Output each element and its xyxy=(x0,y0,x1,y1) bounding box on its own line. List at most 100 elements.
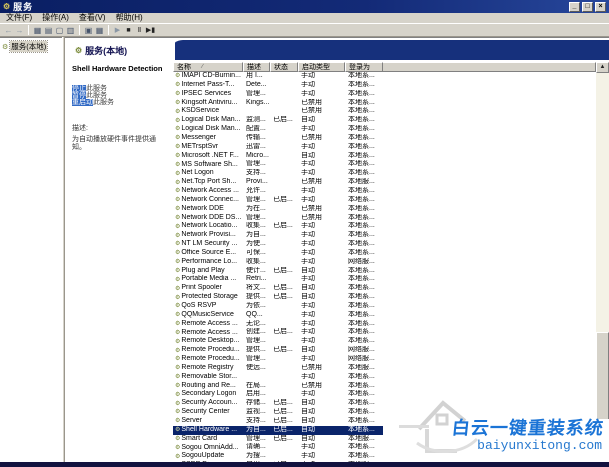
service-name-text: Sogou OmniAdd... xyxy=(181,444,238,453)
forward-icon[interactable]: → xyxy=(14,25,25,36)
logon-as-cell: 本地系... xyxy=(345,116,383,125)
table-row[interactable]: ⚙Microsoft .NET F...Micro...自动本地系... xyxy=(173,152,383,161)
gears-icon: ⚙ xyxy=(175,374,180,380)
table-row[interactable]: ⚙Security Accoun...存储...已启...自动本地系... xyxy=(173,399,383,408)
table-row[interactable]: ⚙Network Provisi...为自...手动本地系... xyxy=(173,231,383,240)
column-header-logon-as[interactable]: 登录为 xyxy=(345,62,383,72)
table-row[interactable]: ⚙Network Connec...管理...已启...手动本地系... xyxy=(173,196,383,205)
stop-service-icon[interactable]: ■ xyxy=(123,25,134,36)
show-console-tree-icon[interactable]: ▦ xyxy=(32,25,43,36)
service-name-text: Kingsoft Antiviru... xyxy=(181,99,237,108)
table-row[interactable]: ⚙Logical Disk Man...监测...已启...自动本地系... xyxy=(173,116,383,125)
table-row[interactable]: ⚙Remote Procedu...提供...已启...自动网络服... xyxy=(173,346,383,355)
menu-item-help[interactable]: 帮助(H) xyxy=(111,13,148,23)
service-name-cell: ⚙NT LM Security ... xyxy=(173,240,243,249)
scroll-up-button[interactable]: ▲ xyxy=(596,62,609,73)
description-cell: 收集... xyxy=(243,258,270,267)
table-row[interactable]: ⚙Remote Registry使远...已禁用本地服... xyxy=(173,364,383,373)
logon-as-cell: 本地系... xyxy=(345,99,383,108)
help-icon[interactable]: ▣ xyxy=(83,25,94,36)
export-list-icon[interactable]: ▥ xyxy=(65,25,76,36)
description-cell: 在局... xyxy=(243,382,270,391)
logon-as-cell: 本地系... xyxy=(345,81,383,90)
service-name-cell: ⚙METrsptSvr xyxy=(173,143,243,152)
table-row[interactable]: ⚙Network Locatio...收集...已启...手动本地系... xyxy=(173,222,383,231)
table-row[interactable]: ⚙Sogou OmniAdd...请确...手动本地系... xyxy=(173,443,383,452)
startup-type-cell: 手动 xyxy=(298,355,345,364)
status-cell xyxy=(270,187,298,196)
table-row[interactable]: ⚙Performance Lo...收集...手动网络服... xyxy=(173,258,383,267)
minimize-button[interactable]: _ xyxy=(569,2,580,12)
table-row[interactable]: ⚙Secondary Logon启用...手动本地系... xyxy=(173,390,383,399)
table-row[interactable]: ⚙Smart Card管理...已启...自动本地服... xyxy=(173,435,383,444)
startup-type-cell: 已禁用 xyxy=(298,364,345,373)
selected-service-name: Shell Hardware Detection xyxy=(72,65,169,73)
table-row[interactable]: ⚙QoS RSVP为依...手动本地系... xyxy=(173,302,383,311)
start-service-icon[interactable]: ▶ xyxy=(112,25,123,36)
service-name-cell: ⚙Protected Storage xyxy=(173,293,243,302)
table-row[interactable]: ⚙Removable Stor...手动本地系... xyxy=(173,373,383,382)
table-row[interactable]: ⚙Messenger传输...已禁用本地系... xyxy=(173,134,383,143)
status-cell xyxy=(270,302,298,311)
table-row[interactable]: ⚙Server支持...已启...自动本地系... xyxy=(173,417,383,426)
gears-icon: ⚙ xyxy=(175,356,180,362)
service-name-cell: ⚙Messenger xyxy=(173,134,243,143)
service-name-cell: ⚙Logical Disk Man... xyxy=(173,125,243,134)
table-row[interactable]: ⚙Plug and Play使计...已启...自动本地系... xyxy=(173,267,383,276)
back-icon[interactable]: ← xyxy=(3,25,14,36)
menu-item-action[interactable]: 操作(A) xyxy=(37,13,74,23)
column-header-name[interactable]: 名称∕ xyxy=(173,62,243,72)
table-row[interactable]: ⚙NT LM Security ...为使...手动本地系... xyxy=(173,240,383,249)
menu-item-view[interactable]: 查看(V) xyxy=(74,13,111,23)
table-row[interactable]: ⚙IMAPI CD-Burnin...用 I...手动本地系... xyxy=(173,72,383,81)
status-cell xyxy=(270,311,298,320)
restore-button[interactable]: □ xyxy=(582,2,593,12)
table-row[interactable]: ⚙Network DDE为在...已禁用本地系... xyxy=(173,205,383,214)
status-cell: 已启... xyxy=(270,196,298,205)
column-header-description[interactable]: 描述 xyxy=(243,62,270,72)
watermark-dash xyxy=(399,425,429,428)
table-row[interactable]: ⚙Kingsoft Antiviru...Kings...已禁用本地系... xyxy=(173,99,383,108)
table-row[interactable]: ⚙IPSEC Services管理...手动本地系... xyxy=(173,90,383,99)
table-row[interactable]: ⚙Internet Pass-T...Dete...手动本地系... xyxy=(173,81,383,90)
table-row[interactable]: ⚙Security Center监视...已启...自动本地系... xyxy=(173,408,383,417)
table-row[interactable]: ⚙Net Logon支持...手动本地系... xyxy=(173,169,383,178)
extended-view-icon[interactable]: ▦ xyxy=(94,25,105,36)
table-row[interactable]: ⚙KSDService已禁用本地系... xyxy=(173,107,383,116)
table-row[interactable]: ⚙Remote Desktop...管理...手动本地系... xyxy=(173,337,383,346)
table-row[interactable]: ⚙Network Access ...允许...手动本地系... xyxy=(173,187,383,196)
table-row[interactable]: ⚙Remote Access ...无论...手动本地系... xyxy=(173,320,383,329)
restart-service-link[interactable]: 重启动此服务 xyxy=(72,100,169,107)
table-row[interactable]: ⚙Portable Media ...Retri...手动本地系... xyxy=(173,275,383,284)
status-cell xyxy=(270,107,298,116)
pause-service-icon[interactable]: Ⅱ xyxy=(134,25,145,36)
table-row[interactable]: ⚙Remote Access ...创建...已启...手动本地系... xyxy=(173,328,383,337)
table-row[interactable]: ⚙Network DDE DS...管理...已禁用本地系... xyxy=(173,214,383,223)
startup-type-cell: 自动 xyxy=(298,408,345,417)
table-row[interactable]: ⚙Net.Tcp Port Sh...Provi...已禁用本地服... xyxy=(173,178,383,187)
table-row[interactable]: ⚙Logical Disk Man...配置...手动本地系... xyxy=(173,125,383,134)
properties-icon[interactable]: ▤ xyxy=(43,25,54,36)
table-row[interactable]: ⚙SogouUpdate为搜...手动本地系... xyxy=(173,452,383,461)
tree-item-services-local[interactable]: ⚙ 服务(本地) xyxy=(0,41,62,52)
startup-type-cell: 手动 xyxy=(298,90,345,99)
table-row[interactable]: ⚙MS Software Sh...管理...手动本地系... xyxy=(173,160,383,169)
service-name-cell: ⚙Network Connec... xyxy=(173,196,243,205)
table-row[interactable]: ⚙Office Source E...可保...手动本地系... xyxy=(173,249,383,258)
service-name-text: MS Software Sh... xyxy=(181,161,237,170)
restart-service-icon[interactable]: ▶▮ xyxy=(145,25,156,36)
column-header-status[interactable]: 状态 xyxy=(270,62,298,72)
refresh-icon[interactable]: ▢ xyxy=(54,25,65,36)
close-button[interactable]: × xyxy=(595,2,606,12)
startup-type-cell: 手动 xyxy=(298,311,345,320)
table-row[interactable]: ⚙Remote Procedu...管理...手动网络服... xyxy=(173,355,383,364)
column-header-startup-type[interactable]: 启动类型 xyxy=(298,62,345,72)
service-name-cell: ⚙Remote Access ... xyxy=(173,320,243,329)
table-row[interactable]: ⚙QQMusicServiceQQ...手动本地系... xyxy=(173,311,383,320)
table-row[interactable]: ⚙Shell Hardware ...为自...已启...自动本地系... xyxy=(173,426,383,435)
menu-item-file[interactable]: 文件(F) xyxy=(1,13,37,23)
table-row[interactable]: ⚙METrsptSvr迅雷...手动本地系... xyxy=(173,143,383,152)
table-row[interactable]: ⚙Routing and Re...在局...已禁用本地系... xyxy=(173,382,383,391)
table-row[interactable]: ⚙Print Spooler将文...已启...自动本地系... xyxy=(173,284,383,293)
table-row[interactable]: ⚙Protected Storage提供...已启...自动本地系... xyxy=(173,293,383,302)
